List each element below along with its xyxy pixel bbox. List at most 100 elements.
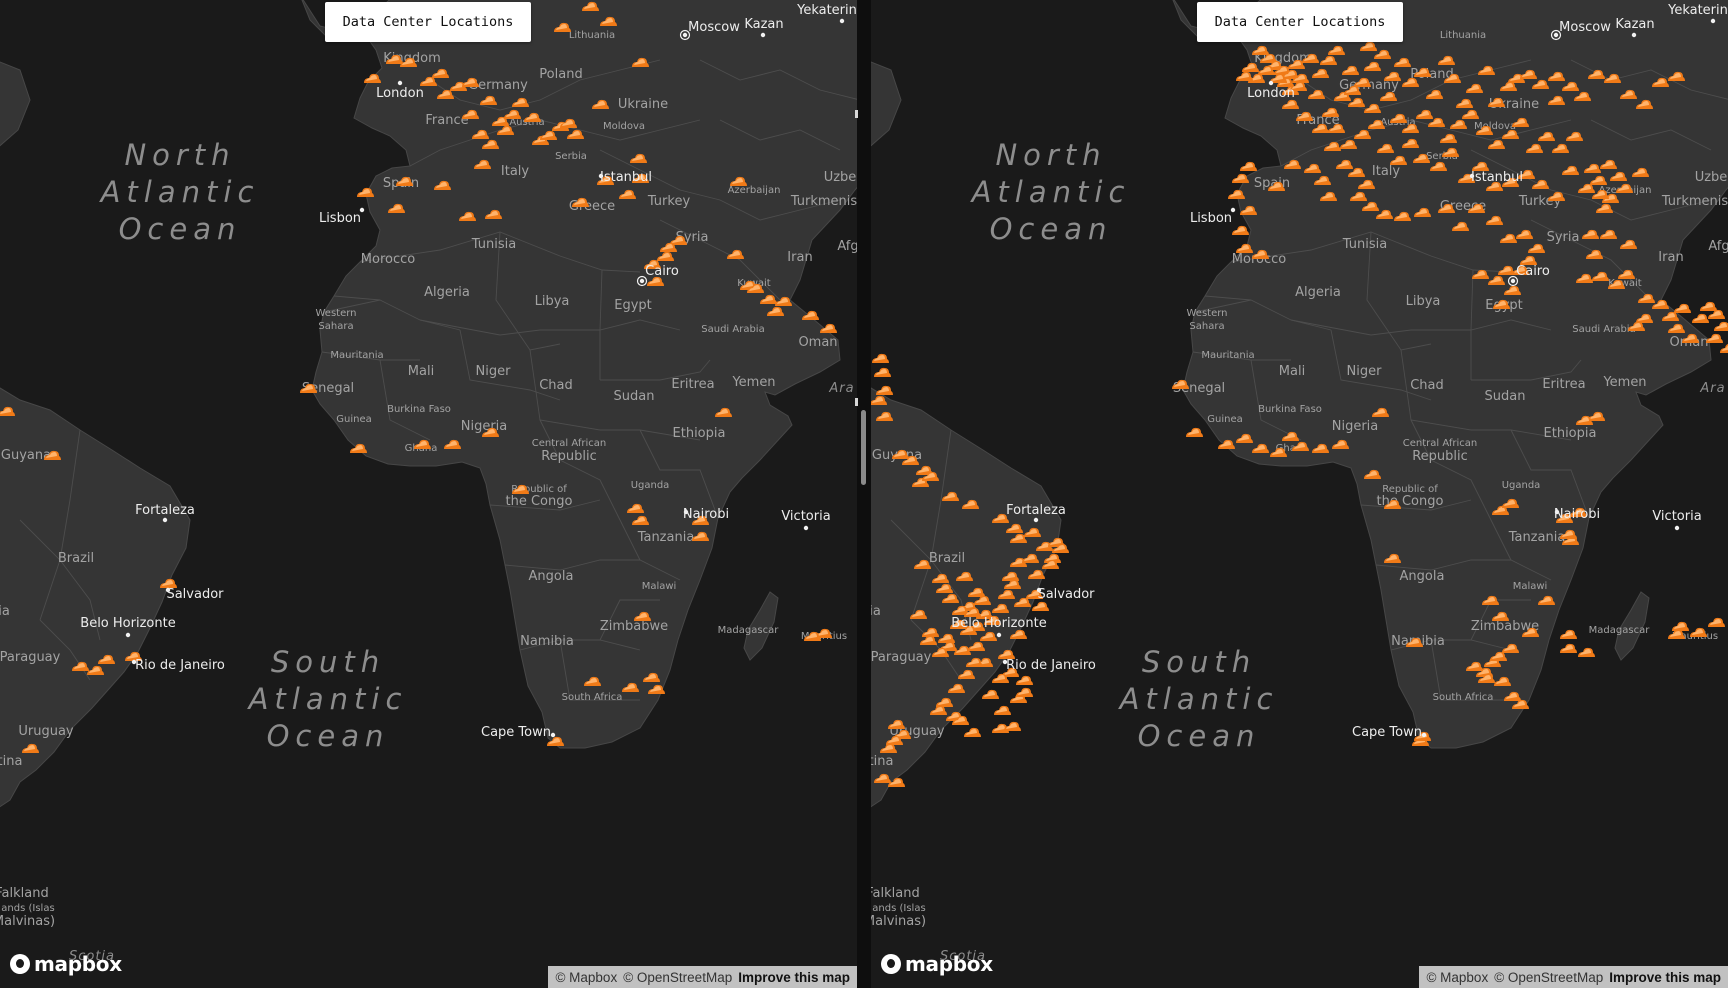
ocean-label: Ocean — [1138, 719, 1261, 753]
country-label: Western — [1186, 308, 1227, 319]
country-label: Saudi Arabia — [701, 324, 764, 335]
data-center-marker[interactable] — [1720, 344, 1728, 353]
ocean-label-small: Ara — [1699, 381, 1725, 396]
country-label: Angola — [529, 569, 574, 584]
data-center-marker[interactable] — [1186, 427, 1203, 437]
country-label: Egypt — [614, 298, 652, 313]
data-center-marker[interactable] — [1016, 675, 1033, 685]
data-center-marker[interactable] — [872, 353, 889, 363]
country-label: Chad — [1410, 378, 1444, 393]
city-dot — [1268, 80, 1274, 86]
split-drag-handle[interactable] — [861, 410, 866, 485]
country-label: Brazil — [929, 551, 965, 566]
country-label: Lithuania — [1440, 30, 1486, 41]
data-center-marker[interactable] — [1560, 629, 1577, 639]
country-label: Madagascar — [1589, 625, 1651, 636]
ocean-label: North — [124, 138, 235, 172]
country-label: Chad — [539, 378, 573, 393]
country-label: Mali — [1279, 364, 1305, 379]
data-center-marker[interactable] — [1004, 721, 1021, 731]
country-label: Republic — [1412, 449, 1468, 464]
mapbox-logo-icon — [881, 954, 901, 974]
mapbox-logo-left[interactable]: mapbox — [10, 952, 122, 976]
data-center-marker[interactable] — [964, 727, 981, 737]
country-label: Western — [315, 308, 356, 319]
country-label: Nigeria — [1332, 419, 1379, 434]
city-label: Salvador — [1037, 587, 1095, 602]
data-center-marker[interactable] — [994, 705, 1011, 715]
map-canvas-left[interactable]: NorthAtlanticOceanSouthAtlanticOceanScot… — [0, 0, 857, 988]
country-label: Tanzania — [637, 530, 695, 545]
city-label: Lisbon — [319, 211, 361, 226]
data-center-marker[interactable] — [1708, 309, 1725, 319]
data-center-marker[interactable] — [982, 689, 999, 699]
country-label: Sudan — [1485, 389, 1526, 404]
city-dot — [1553, 32, 1559, 38]
data-center-marker[interactable] — [876, 385, 893, 395]
country-label: Serbia — [555, 151, 587, 162]
data-center-marker[interactable] — [1560, 643, 1577, 653]
data-center-marker[interactable] — [820, 323, 837, 333]
map-panel-left[interactable]: North Atlantic Ocean South Atlantic Ocean Scot… — [0, 0, 857, 988]
ocean-label: Ocean — [990, 212, 1113, 246]
country-label: South Africa — [1433, 692, 1494, 703]
ocean-label: Atlantic — [247, 682, 408, 716]
data-center-marker[interactable] — [1578, 647, 1595, 657]
attribution-mapbox-link[interactable]: © Mapbox — [1426, 970, 1488, 985]
data-center-marker[interactable] — [1700, 301, 1717, 311]
city-label: Salvador — [166, 587, 224, 602]
country-label: Turkmenis — [790, 194, 857, 209]
country-label: Eritrea — [671, 377, 714, 392]
data-center-marker[interactable] — [1016, 687, 1033, 697]
data-center-marker[interactable] — [1032, 601, 1049, 611]
country-label: Malawi — [1513, 581, 1548, 592]
improve-map-link[interactable]: Improve this map — [1609, 970, 1721, 985]
country-label: tina — [0, 754, 22, 769]
ocean-label: Atlantic — [970, 175, 1131, 209]
attribution-mapbox-link[interactable]: © Mapbox — [555, 970, 617, 985]
data-center-marker[interactable] — [1692, 313, 1709, 323]
city-dot — [639, 278, 645, 284]
data-center-marker[interactable] — [1690, 627, 1707, 637]
city-label: London — [1247, 86, 1295, 101]
map-canvas-right[interactable]: NorthAtlanticOceanSouthAtlanticOceanScot… — [871, 0, 1728, 988]
ocean-label: Atlantic — [1118, 682, 1279, 716]
attribution-osm-link[interactable]: © OpenStreetMap — [1494, 970, 1603, 985]
country-label: Saudi Arabia — [1572, 324, 1635, 335]
country-label: Malawi — [642, 581, 677, 592]
attribution-osm-link[interactable]: © OpenStreetMap — [623, 970, 732, 985]
map-panel-right[interactable]: North Atlantic Ocean South Atlantic Ocean Scot… — [871, 0, 1728, 988]
data-center-marker[interactable] — [1672, 621, 1689, 631]
data-center-marker[interactable] — [1714, 321, 1728, 331]
country-label: Ethiopia — [1544, 426, 1597, 441]
data-center-marker[interactable] — [1232, 173, 1249, 183]
country-label: Sahara — [1189, 321, 1224, 332]
improve-map-link[interactable]: Improve this map — [738, 970, 850, 985]
data-center-marker[interactable] — [1240, 161, 1257, 171]
mapbox-logo-text: mapbox — [905, 952, 993, 976]
city-label: London — [376, 86, 424, 101]
country-label: Uzbe — [824, 170, 857, 185]
edge-tick-top — [855, 110, 858, 118]
city-label: Fortaleza — [135, 503, 195, 518]
map-title-right: Data Center Locations — [1197, 2, 1403, 42]
city-label: Belo Horizonte — [80, 616, 175, 631]
country-label: Moldova — [603, 121, 645, 132]
split-divider[interactable] — [857, 0, 871, 988]
data-center-marker[interactable] — [874, 367, 891, 377]
data-center-marker[interactable] — [1674, 303, 1691, 313]
city-label: Lisbon — [1190, 211, 1232, 226]
country-label: Syria — [1547, 230, 1580, 245]
city-label: Cairo — [1516, 264, 1550, 279]
country-label: Malvinas) — [871, 914, 926, 929]
city-dot — [682, 32, 688, 38]
country-label: Angola — [1400, 569, 1445, 584]
country-label: tina — [871, 754, 893, 769]
country-label: Yemen — [1602, 375, 1646, 390]
country-label: Afg — [837, 239, 857, 254]
ocean-label: Ocean — [119, 212, 242, 246]
data-center-marker[interactable] — [1708, 617, 1725, 627]
mapbox-logo-right[interactable]: mapbox — [881, 952, 993, 976]
data-center-marker[interactable] — [1232, 225, 1249, 235]
country-label: Uruguay — [18, 724, 74, 739]
